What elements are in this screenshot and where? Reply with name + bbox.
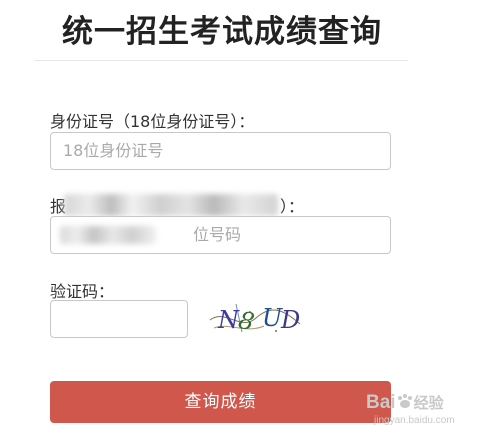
paw-icon: [397, 394, 412, 408]
redaction-blur-input: [60, 226, 156, 244]
page-title: 统一招生考试成绩查询: [62, 14, 382, 50]
exam-number-placeholder: 位号码: [193, 225, 242, 244]
svg-text:U: U: [262, 304, 283, 332]
captcha-input[interactable]: [50, 300, 188, 338]
baidu-jingyan-watermark: Bai 经验 jingyan.baidu.com: [366, 392, 478, 432]
captcha-image[interactable]: N 8 U D: [206, 298, 304, 338]
exam-number-label-suffix: ）：: [280, 197, 305, 216]
watermark-brand: Bai 经验: [366, 392, 444, 413]
id-number-input[interactable]: 18位身份证号: [50, 132, 391, 170]
captcha-graphic: N 8 U D: [206, 298, 304, 338]
query-score-button[interactable]: 查询成绩: [50, 381, 391, 423]
captcha-label: 验证码：: [50, 282, 115, 301]
id-number-label: 身份证号（18位身份证号）：: [50, 112, 255, 131]
exam-score-query-page: 统一招生考试成绩查询 身份证号（18位身份证号）： 18位身份证号 报 ）： 位…: [0, 0, 482, 440]
title-divider: [34, 60, 408, 61]
watermark-url: jingyan.baidu.com: [374, 415, 455, 426]
redaction-blur-label: [64, 194, 278, 216]
id-number-placeholder: 18位身份证号: [63, 141, 164, 160]
svg-text:D: D: [280, 306, 300, 334]
